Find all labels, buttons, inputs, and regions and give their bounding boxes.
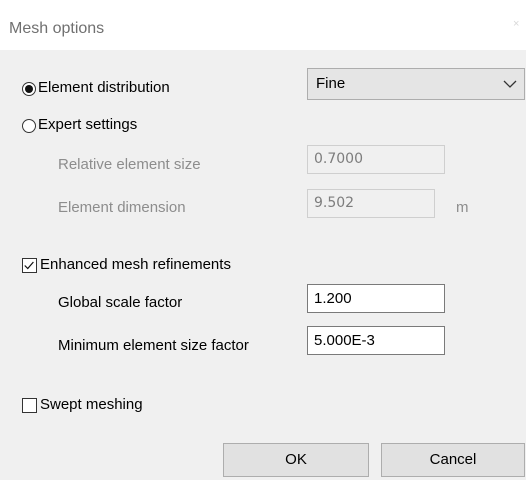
distribution-dropdown[interactable]: Fine [307, 68, 525, 100]
dialog-body: Element distribution Fine Expert setting… [0, 50, 526, 480]
radio-selected-dot [25, 85, 33, 93]
ok-button[interactable]: OK [223, 443, 369, 477]
expert-settings-radio[interactable] [22, 119, 36, 133]
dialog-title: Mesh options [9, 20, 105, 37]
enhanced-mesh-refinements-checkbox[interactable] [22, 258, 37, 273]
relative-element-size-label: Relative element size [58, 156, 201, 173]
element-dimension-label: Element dimension [58, 199, 186, 216]
minimum-element-size-factor-input[interactable]: 5.000E-3 [307, 326, 445, 355]
global-scale-factor-label: Global scale factor [58, 294, 183, 311]
element-dimension-unit: m [456, 199, 469, 216]
element-distribution-label[interactable]: Element distribution [38, 79, 170, 96]
enhanced-mesh-refinements-label[interactable]: Enhanced mesh refinements [40, 256, 231, 273]
chevron-down-icon [503, 80, 517, 88]
minimum-element-size-factor-label: Minimum element size factor [58, 337, 249, 354]
expert-settings-label[interactable]: Expert settings [38, 116, 137, 133]
relative-element-size-field: 0.7000 [307, 145, 445, 174]
swept-meshing-label[interactable]: Swept meshing [40, 396, 143, 413]
checkmark-icon [24, 261, 34, 270]
element-dimension-field: 9.502 [307, 189, 435, 218]
cancel-button[interactable]: Cancel [381, 443, 525, 477]
title-bar: Mesh options × [0, 0, 526, 50]
global-scale-factor-input[interactable]: 1.200 [307, 284, 445, 313]
close-icon[interactable]: × [513, 18, 519, 30]
distribution-selected-value: Fine [316, 75, 346, 92]
element-distribution-radio[interactable] [22, 82, 36, 96]
swept-meshing-checkbox[interactable] [22, 398, 37, 413]
